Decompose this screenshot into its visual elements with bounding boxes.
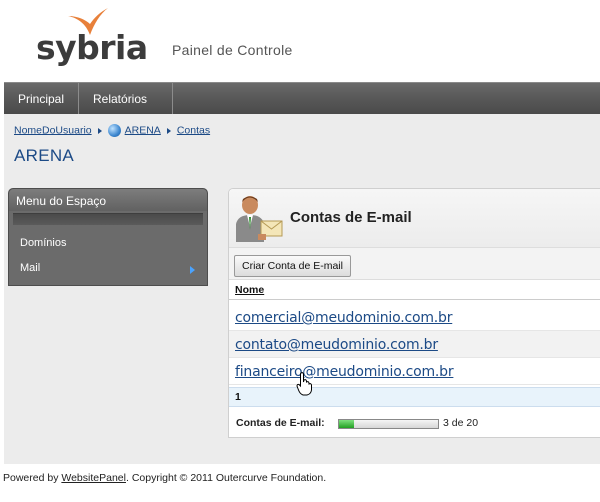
logo-text: sybria <box>36 28 148 67</box>
top-nav: Principal Relatórios <box>4 82 600 135</box>
header: sybria Painel de Controle <box>0 0 600 82</box>
space-menu-title: Menu do Espaço <box>9 189 207 211</box>
quota-label: Contas de E-mail: <box>236 417 325 429</box>
nav-item-label: Principal <box>18 92 65 106</box>
menu-item-mail[interactable]: Mail <box>20 262 40 274</box>
breadcrumb-space-link[interactable]: ARENA <box>125 124 161 136</box>
space-title: ARENA <box>14 146 75 165</box>
breadcrumb-accounts-link[interactable]: Contas <box>177 124 210 136</box>
control-panel-title: Painel de Controle <box>172 42 293 58</box>
column-header-name[interactable]: Nome <box>229 280 600 300</box>
footer-prefix: Powered by <box>3 472 62 484</box>
pager: 1 <box>229 387 600 407</box>
nav-item-principal[interactable]: Principal <box>4 83 79 115</box>
table-row: comercial@meudominio.com.br <box>229 304 600 331</box>
breadcrumb: NomeDoUsuario ARENA Contas <box>14 124 210 137</box>
breadcrumb-user-link[interactable]: NomeDoUsuario <box>14 124 92 136</box>
hand-cursor-icon <box>296 372 312 396</box>
websitepanel-link[interactable]: WebsitePanel <box>61 472 126 484</box>
page-number[interactable]: 1 <box>235 391 241 403</box>
quota-value: 3 de 20 <box>443 417 479 429</box>
nav-item-label: Relatórios <box>93 92 148 106</box>
globe-icon <box>107 124 121 137</box>
breadcrumb-arrow-icon <box>97 127 102 134</box>
panel-title: Contas de E-mail <box>290 209 412 226</box>
mail-user-icon <box>236 196 283 242</box>
breadcrumb-arrow-icon <box>166 127 171 134</box>
email-account-link[interactable]: financeiro@meudominio.com.br <box>235 364 454 380</box>
quota-progress-bar <box>338 419 439 429</box>
table-row: financeiro@meudominio.com.br <box>229 358 600 385</box>
menu-divider <box>13 213 203 225</box>
create-email-account-button[interactable]: Criar Conta de E-mail <box>234 255 351 277</box>
panel-header: Contas de E-mail <box>229 189 600 248</box>
email-account-link[interactable]: contato@meudominio.com.br <box>235 337 438 353</box>
table-row: contato@meudominio.com.br <box>229 331 600 358</box>
footer-copyright: . Copyright © 2011 Outercurve Foundation… <box>125 472 327 484</box>
quota-progress-fill <box>339 420 354 428</box>
email-accounts-panel: Contas de E-mail Criar Conta de E-mail N… <box>228 188 600 438</box>
space-menu: Menu do Espaço Domínios Mail <box>8 188 208 286</box>
footer: Powered by WebsitePanel. Copyright © 201… <box>0 464 600 502</box>
quota-row: Contas de E-mail: 3 de 20 <box>229 411 600 435</box>
menu-item-domains[interactable]: Domínios <box>20 237 66 249</box>
sybria-logo[interactable]: sybria <box>36 4 148 68</box>
nav-item-relatorios[interactable]: Relatórios <box>79 83 173 135</box>
chevron-right-icon <box>190 266 195 274</box>
footer-text: Powered by WebsitePanel. Copyright © 201… <box>3 472 326 484</box>
email-account-link[interactable]: comercial@meudominio.com.br <box>235 310 452 326</box>
column-header-label[interactable]: Nome <box>235 284 264 296</box>
breadcrumb-area: NomeDoUsuario ARENA Contas ARENA <box>4 114 600 177</box>
toolbar: Criar Conta de E-mail <box>229 248 600 280</box>
